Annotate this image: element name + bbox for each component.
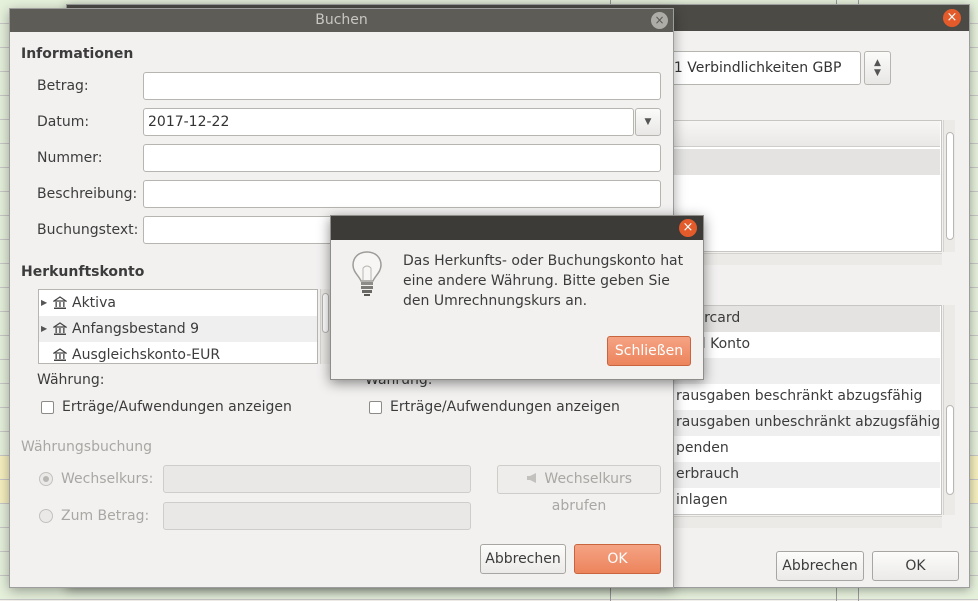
section-herkunftskonto: Herkunftskonto (21, 264, 145, 280)
nummer-input[interactable] (143, 144, 661, 172)
wechselkurs-input[interactable] (163, 465, 471, 493)
herkunft-account-tree: ▶ Aktiva ▶ Anfangsbestand 9 Ausgleichsko… (38, 289, 318, 364)
list-item[interactable]: erbrauch (676, 461, 940, 487)
megaphone-icon (526, 473, 536, 483)
list-item[interactable]: rausgaben unbeschränkt abzugsfähig (676, 409, 940, 435)
chevron-down-icon: ▼ (644, 117, 652, 127)
fetch-rate-button[interactable]: Wechselkurs abrufen (497, 465, 661, 514)
list-item[interactable]: rn (676, 357, 940, 383)
tree-row[interactable]: ▶ Anfangsbestand 9 (39, 316, 317, 342)
close-icon[interactable]: × (679, 219, 697, 237)
close-icon[interactable]: × (943, 9, 961, 27)
datum-dropdown-button[interactable]: ▼ (635, 108, 661, 136)
account-combo-spin-button[interactable]: ▲ ▼ (864, 51, 891, 85)
scroll-thumb[interactable] (946, 132, 954, 240)
beschreibung-label: Beschreibung: (37, 186, 138, 202)
chevron-up-icon: ▲ (874, 58, 881, 68)
chevron-down-icon: ▼ (874, 68, 881, 78)
datum-input[interactable]: 2017-12-22 (143, 108, 634, 136)
zum-betrag-input[interactable] (163, 502, 471, 530)
nummer-label: Nummer: (37, 150, 103, 166)
list-item[interactable]: rausgaben beschränkt abzugsfähig (676, 383, 940, 409)
tree-row-label: Ausgleichskonto-EUR (72, 347, 221, 363)
list-item[interactable]: inlagen (676, 487, 940, 513)
zum-betrag-label: Zum Betrag: (61, 508, 150, 524)
buchungstext-label: Buchungstext: (37, 222, 139, 238)
currency-info-popup: × Das Herkunfts- oder Buchungskonto hat … (330, 215, 704, 380)
back-ok-button[interactable]: OK (872, 551, 959, 581)
betrag-label: Betrag: (37, 78, 89, 94)
scroll-thumb[interactable] (322, 293, 329, 333)
list-item[interactable]: ypal Konto (676, 331, 940, 357)
list-item[interactable]: penden (676, 435, 940, 461)
bank-icon (53, 296, 67, 309)
show-income-left-checkbox[interactable] (41, 401, 54, 414)
expand-arrow-icon[interactable]: ▶ (41, 316, 47, 342)
ok-button[interactable]: OK (574, 544, 661, 574)
fetch-rate-label: Wechselkurs abrufen (544, 471, 633, 514)
wechselkurs-radio[interactable] (39, 472, 53, 486)
cancel-button[interactable]: Abbrechen (480, 544, 566, 574)
popup-message: Das Herkunfts- oder Buchungskonto hat ei… (403, 253, 684, 309)
lightbulb-icon (352, 251, 382, 296)
schliessen-button[interactable]: Schließen (607, 336, 691, 366)
beschreibung-input[interactable] (143, 180, 661, 208)
show-income-left-label[interactable]: Erträge/Aufwendungen anzeigen (62, 399, 292, 415)
zum-betrag-radio[interactable] (39, 509, 53, 523)
list-item[interactable]: tercard (690, 305, 954, 331)
show-income-right-checkbox[interactable] (369, 401, 382, 414)
betrag-input[interactable] (143, 72, 661, 100)
tree-row-label: Anfangsbestand 9 (72, 321, 199, 337)
datum-label: Datum: (37, 114, 90, 130)
close-icon[interactable]: × (651, 12, 668, 29)
tree-row[interactable]: ▶ Aktiva (39, 290, 317, 316)
herkunft-tree-vscroll[interactable] (320, 289, 330, 364)
waehrung-left-label: Währung: (37, 372, 105, 388)
buchen-titlebar: Buchen × (10, 9, 673, 32)
expand-arrow-icon[interactable]: ▶ (41, 290, 47, 316)
accounts-list-vscroll[interactable] (943, 305, 955, 515)
show-income-right-label[interactable]: Erträge/Aufwendungen anzeigen (390, 399, 620, 415)
bank-icon (53, 322, 67, 335)
tree-row-label: Aktiva (72, 295, 116, 311)
section-waehrungsbuchung: Währungsbuchung (21, 439, 153, 455)
tree-row[interactable]: Ausgleichskonto-EUR (39, 342, 317, 363)
back-cancel-button[interactable]: Abbrechen (776, 551, 864, 581)
split-list-vscroll[interactable] (943, 120, 955, 252)
bank-icon (53, 348, 67, 361)
dialog-title: Buchen (315, 12, 368, 28)
section-informationen: Informationen (21, 46, 134, 62)
wechselkurs-label: Wechselkurs: (61, 471, 154, 487)
scroll-thumb[interactable] (946, 405, 954, 495)
popup-titlebar: × (331, 216, 703, 240)
